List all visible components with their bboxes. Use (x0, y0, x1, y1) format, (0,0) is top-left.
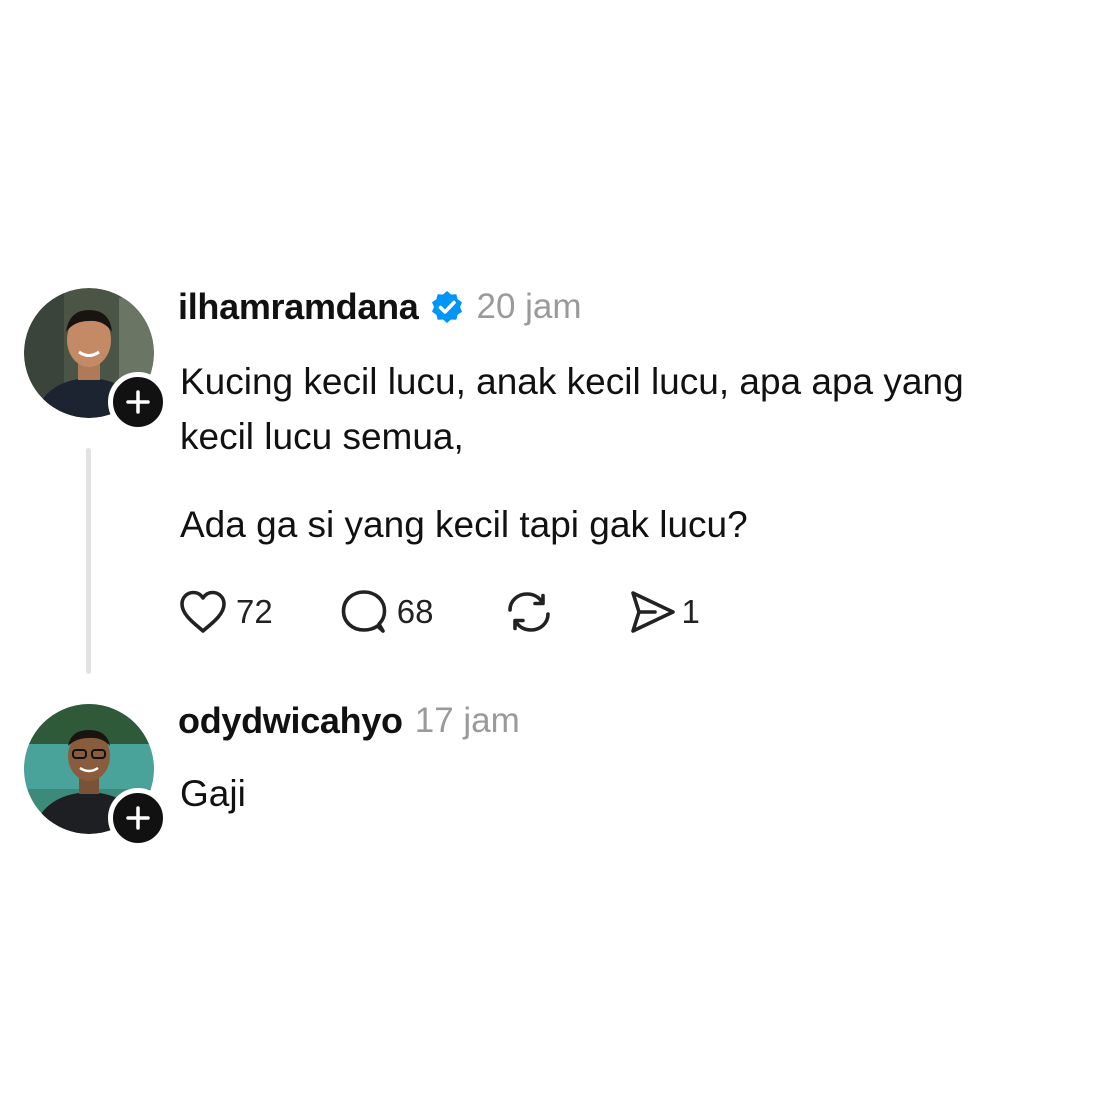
reply-avatar-wrap[interactable] (24, 704, 168, 848)
reply-count: 68 (396, 593, 434, 630)
heart-icon (180, 590, 226, 633)
like-count: 72 (236, 593, 273, 630)
reply-username[interactable]: odydwicahyo (178, 700, 403, 742)
post-timestamp: 20 jam (476, 287, 582, 326)
follow-button[interactable] (108, 372, 168, 432)
reply-header: odydwicahyo 17 jam (178, 698, 520, 744)
share-button[interactable]: 1 (627, 588, 700, 636)
post-text-line-2: kecil lucu semua, (180, 416, 464, 457)
post-username[interactable]: ilhamramdana (178, 286, 419, 328)
share-count: 1 (681, 593, 700, 630)
reply-timestamp: 17 jam (414, 701, 520, 740)
send-icon (631, 591, 676, 633)
plus-icon (126, 806, 150, 830)
reply-text: Gaji (180, 773, 246, 814)
follow-button-reply[interactable] (108, 788, 168, 848)
post-text-line-3: Ada ga si yang kecil tapi gak lucu? (180, 504, 748, 545)
reply-button[interactable]: 68 (339, 588, 434, 636)
thread-line (86, 448, 91, 674)
post-header: ilhamramdana 20 jam (178, 284, 582, 330)
repost-icon (508, 592, 551, 632)
post-avatar-wrap[interactable] (24, 288, 168, 432)
post-actions: 72 68 1 (178, 586, 700, 638)
like-button[interactable]: 72 (178, 589, 273, 635)
verified-badge-icon (429, 289, 465, 325)
post-text-line-1: Kucing kecil lucu, anak kecil lucu, apa … (180, 361, 964, 402)
plus-icon (126, 390, 150, 414)
repost-button[interactable] (501, 587, 557, 637)
comment-bubble-icon (341, 590, 387, 633)
